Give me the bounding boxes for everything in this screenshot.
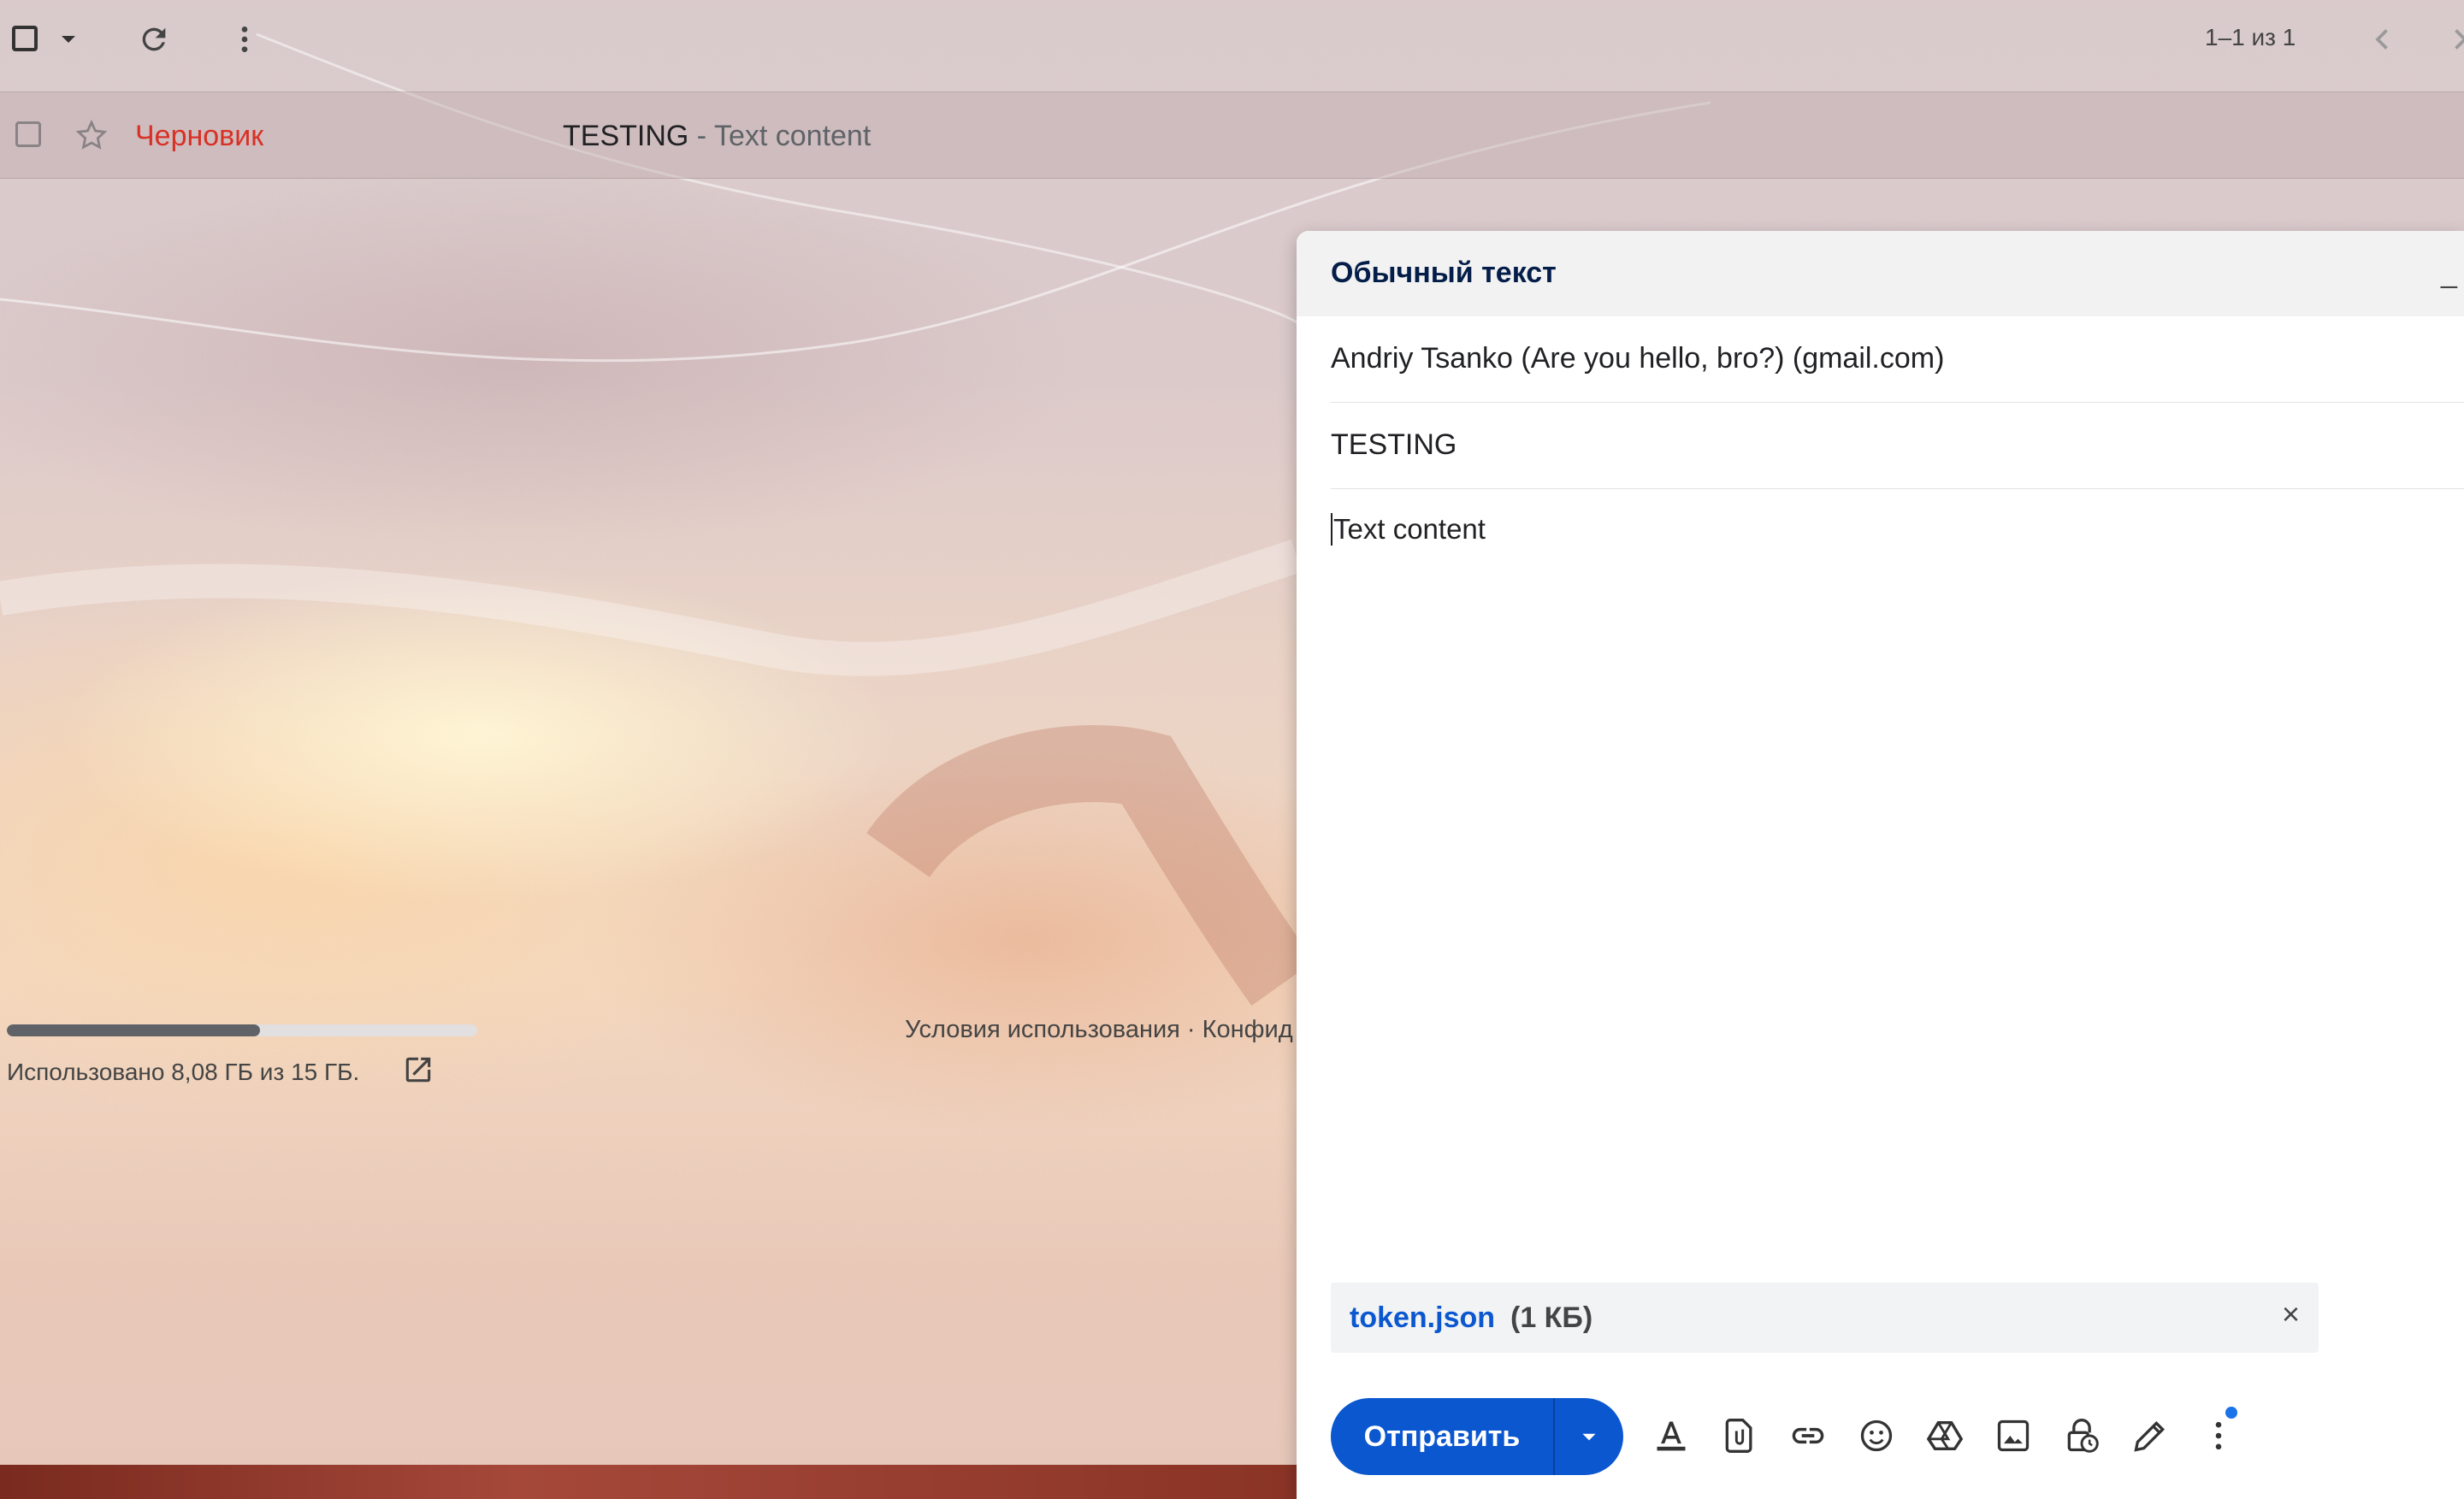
send-button-group: Отправить: [1331, 1398, 1623, 1475]
draft-label: Черновик: [135, 120, 264, 152]
wallpaper-band: [0, 1465, 1297, 1499]
row-checkbox[interactable]: [15, 121, 41, 147]
send-options-chevron-down-icon[interactable]: [1553, 1398, 1623, 1475]
send-button[interactable]: Отправить: [1331, 1398, 1553, 1475]
attachment-chip[interactable]: token.json (1 КБ) ×: [1331, 1283, 2319, 1353]
compose-window: Обычный текст _ Andriy Tsanko (Are you h…: [1297, 231, 2464, 1499]
attachment-name[interactable]: token.json: [1350, 1301, 1495, 1335]
minimize-button[interactable]: _: [2441, 257, 2457, 290]
formatting-options-icon[interactable]: [1649, 1413, 1693, 1458]
more-options-icon[interactable]: [2196, 1413, 2241, 1458]
insert-link-icon[interactable]: [1786, 1413, 1830, 1458]
remove-attachment-close-icon[interactable]: ×: [2282, 1296, 2300, 1332]
attach-file-icon[interactable]: [1717, 1413, 1762, 1458]
row-separator: -: [688, 120, 714, 152]
confidential-mode-icon[interactable]: [2059, 1413, 2104, 1458]
to-recipient: Andriy Tsanko (Are you hello, bro?) (gma…: [1331, 342, 1945, 375]
storage-progress-bar: [7, 1024, 477, 1036]
google-drive-icon[interactable]: [1923, 1413, 1967, 1458]
notification-dot: [2225, 1407, 2237, 1419]
pagination-text: 1–1 из 1: [2205, 24, 2296, 50]
message-body[interactable]: Text content: [1331, 513, 1486, 546]
star-icon[interactable]: [74, 118, 109, 154]
table-row[interactable]: Черновик TESTING - Text content: [0, 91, 2464, 179]
storage-progress-fill: [7, 1024, 261, 1036]
select-all-checkbox[interactable]: [12, 26, 38, 51]
previous-page-icon[interactable]: [2367, 24, 2398, 55]
compose-header[interactable]: Обычный текст _: [1297, 231, 2464, 316]
footer-links[interactable]: Условия использования · Конфид: [905, 1016, 1298, 1044]
refresh-icon[interactable]: [137, 22, 171, 56]
more-options-icon[interactable]: [227, 22, 262, 56]
subject-value: TESTING: [1331, 428, 1457, 461]
insert-photo-icon[interactable]: [1991, 1413, 2036, 1458]
compose-title: Обычный текст: [1331, 257, 1557, 289]
row-subject-line: TESTING - Text content: [563, 120, 871, 153]
signature-pen-icon[interactable]: [2128, 1413, 2172, 1458]
to-field[interactable]: Andriy Tsanko (Are you hello, bro?) (gma…: [1331, 316, 2464, 403]
row-snippet: Text content: [713, 120, 872, 152]
select-menu-chevron-down-icon[interactable]: [58, 29, 79, 50]
insert-emoji-icon[interactable]: [1854, 1413, 1899, 1458]
subject-field[interactable]: TESTING: [1331, 403, 2464, 489]
row-subject: TESTING: [563, 120, 689, 152]
next-page-icon[interactable]: [2444, 24, 2464, 55]
open-storage-icon[interactable]: [402, 1053, 434, 1090]
storage-usage-text: Использовано 8,08 ГБ из 15 ГБ.: [7, 1059, 360, 1085]
attachment-size: (1 КБ): [1510, 1301, 1593, 1334]
list-toolbar: 1–1 из 1: [0, 0, 2464, 91]
